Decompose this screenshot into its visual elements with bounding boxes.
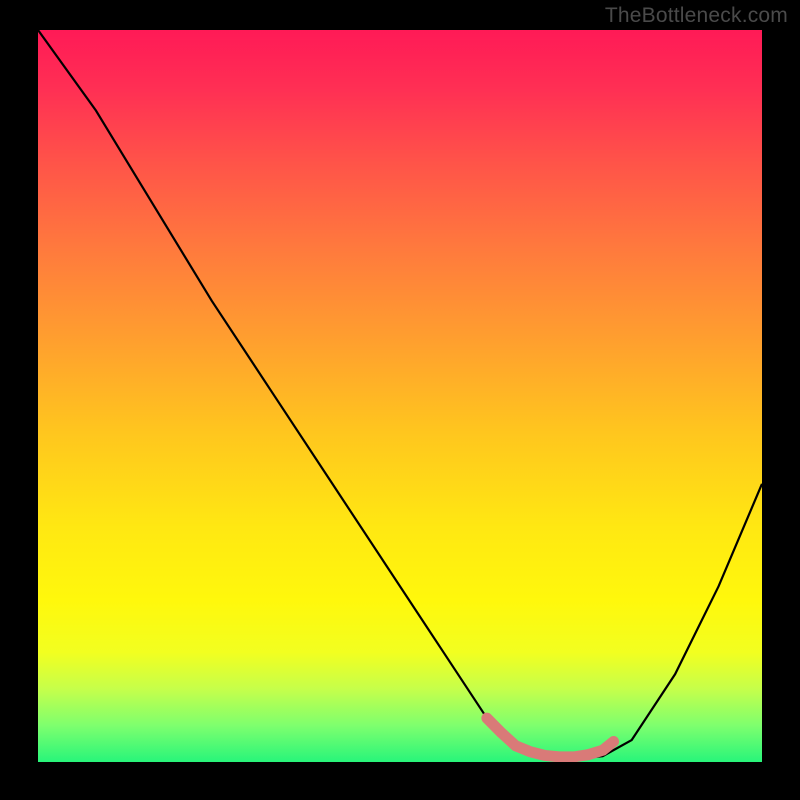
watermark-label: TheBottleneck.com (605, 4, 788, 28)
chart-svg (38, 30, 762, 762)
plot-area (38, 30, 762, 762)
bottleneck-curve-line (38, 30, 762, 758)
optimal-zone-line (487, 718, 614, 757)
